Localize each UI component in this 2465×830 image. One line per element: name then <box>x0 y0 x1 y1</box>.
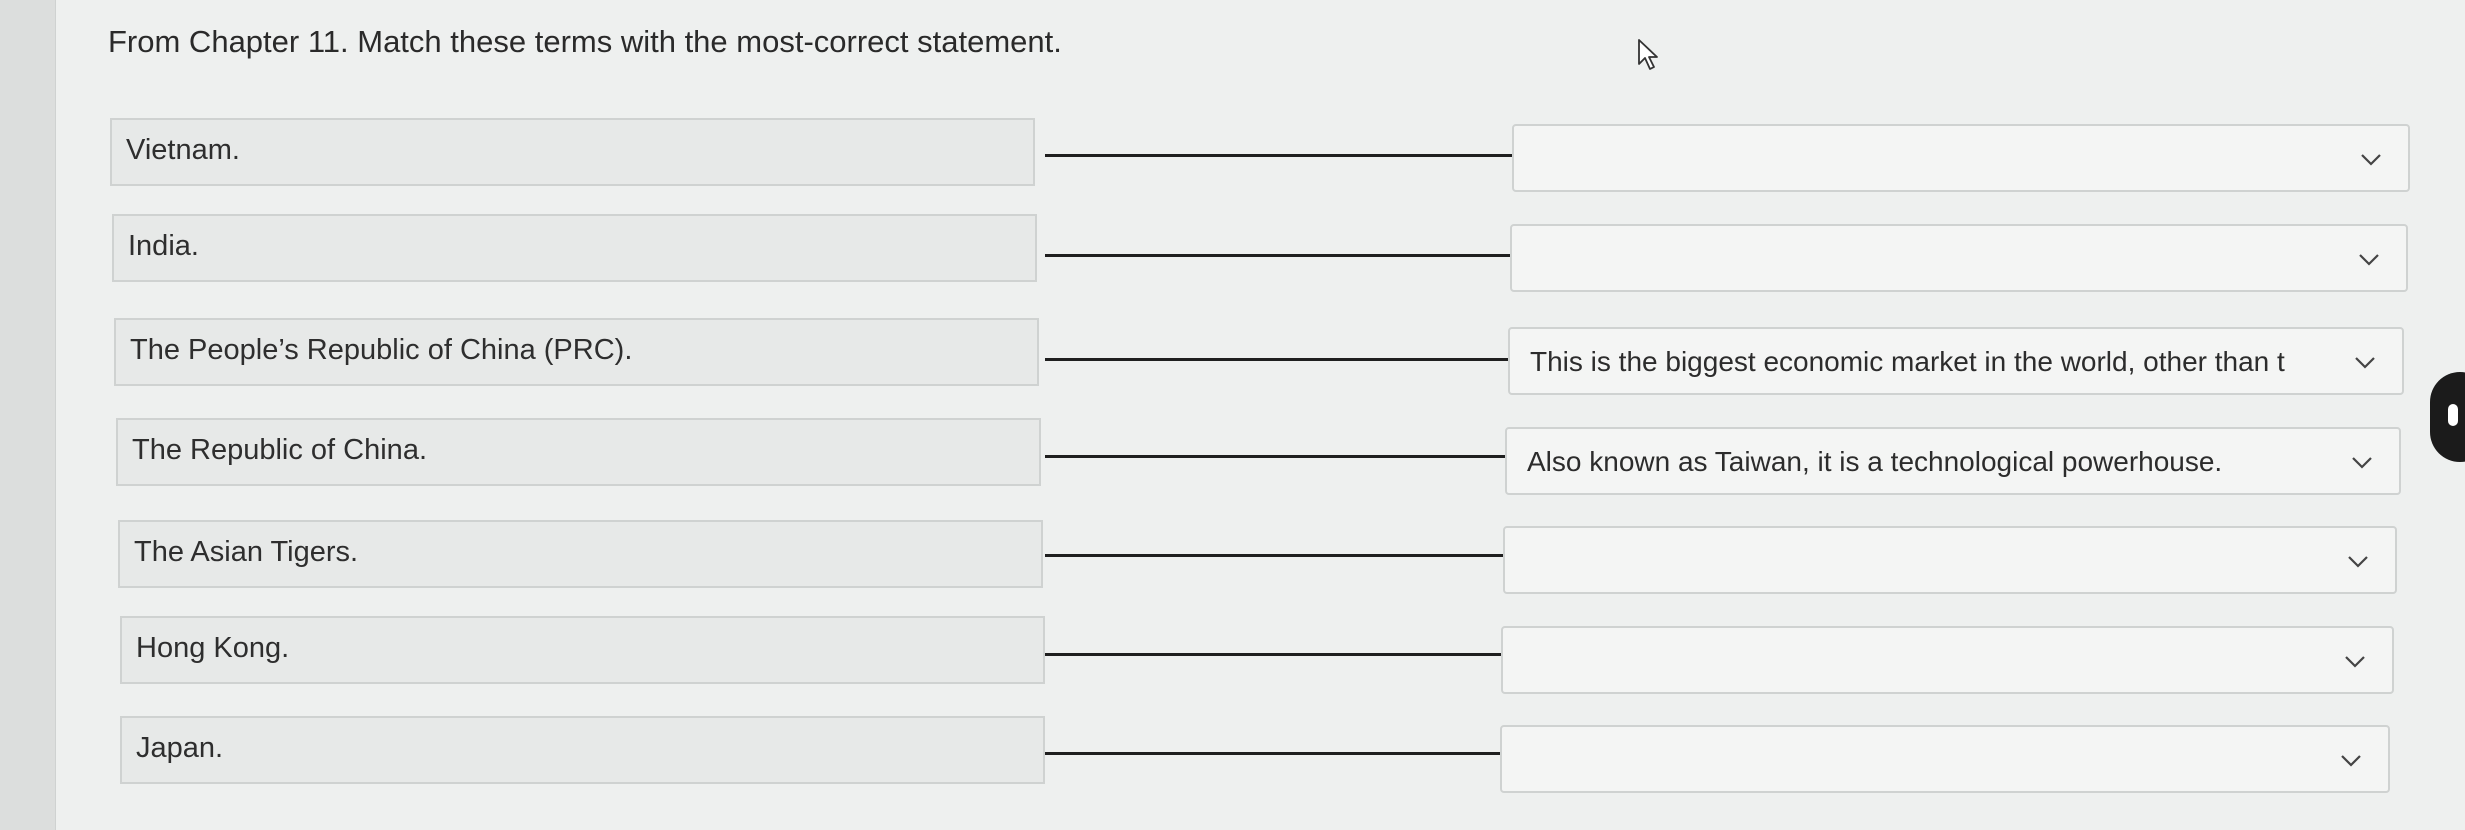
term-box-india: India. <box>112 214 1037 282</box>
term-label: The People’s Republic of China (PRC). <box>130 334 633 366</box>
match-connector-line <box>1045 752 1500 755</box>
match-connector-line <box>1045 358 1508 361</box>
term-box-hong-kong: Hong Kong. <box>120 616 1045 684</box>
term-label: Vietnam. <box>126 134 240 166</box>
match-connector-line <box>1045 455 1505 458</box>
chevron-down-icon <box>2341 755 2361 767</box>
info-icon <box>2448 404 2458 426</box>
match-connector-line <box>1045 154 1515 157</box>
answer-dropdown-india[interactable] <box>1510 224 2408 292</box>
term-label: The Republic of China. <box>132 434 427 466</box>
term-label: The Asian Tigers. <box>134 536 359 568</box>
chevron-down-icon <box>2359 254 2379 266</box>
answer-dropdown-roc[interactable]: Also known as Taiwan, it is a technologi… <box>1505 427 2401 495</box>
term-box-vietnam: Vietnam. <box>110 118 1035 186</box>
answer-dropdown-asian-tigers[interactable] <box>1503 526 2397 594</box>
question-title: From Chapter 11. Match these terms with … <box>108 24 1062 59</box>
term-label: India. <box>128 230 199 262</box>
term-box-asian-tigers: The Asian Tigers. <box>118 520 1043 588</box>
answer-dropdown-prc[interactable]: This is the biggest economic market in t… <box>1508 327 2404 395</box>
term-box-japan: Japan. <box>120 716 1045 784</box>
term-box-roc: The Republic of China. <box>116 418 1041 486</box>
chevron-down-icon <box>2355 357 2375 369</box>
dropdown-value: This is the biggest economic market in t… <box>1530 346 2285 377</box>
answer-dropdown-hong-kong[interactable] <box>1501 626 2394 694</box>
match-connector-line <box>1045 254 1511 257</box>
mouse-pointer-icon <box>1638 39 1658 70</box>
term-label: Hong Kong. <box>136 632 290 664</box>
term-box-prc: The People’s Republic of China (PRC). <box>114 318 1039 386</box>
match-connector-line <box>1045 554 1503 557</box>
chevron-down-icon <box>2352 457 2372 469</box>
match-connector-line <box>1045 653 1501 656</box>
side-panel-toggle[interactable] <box>2430 372 2465 462</box>
answer-dropdown-japan[interactable] <box>1500 725 2390 793</box>
chevron-down-icon <box>2348 556 2368 568</box>
chevron-down-icon <box>2345 656 2365 668</box>
answer-dropdown-vietnam[interactable] <box>1512 124 2410 192</box>
chevron-down-icon <box>2361 154 2381 166</box>
term-label: Japan. <box>136 732 224 764</box>
dropdown-value: Also known as Taiwan, it is a technologi… <box>1527 446 2223 477</box>
